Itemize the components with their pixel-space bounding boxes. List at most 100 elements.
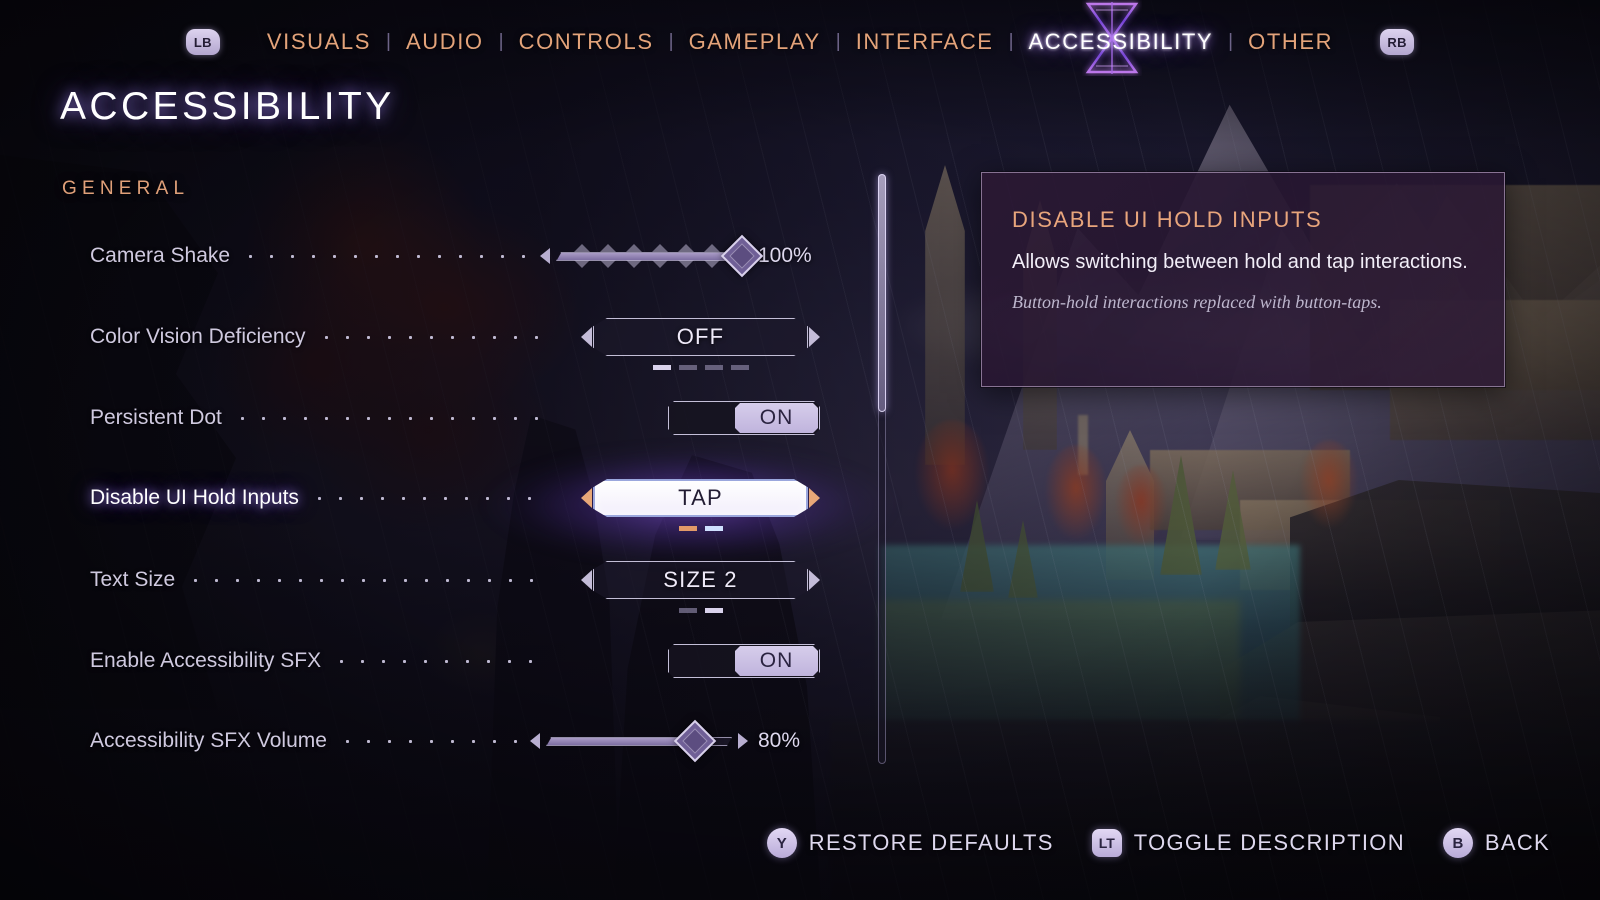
slider-track-area[interactable] — [546, 719, 732, 763]
setting-row-persistent-dot[interactable]: Persistent Dot ON — [90, 396, 820, 440]
toggle-value: ON — [759, 649, 794, 672]
settings-tab-bar[interactable]: LB VISUALS | AUDIO | CONTROLS | GAMEPLAY… — [0, 22, 1600, 62]
settings-scrollbar[interactable] — [878, 174, 886, 764]
slider-decrease-arrow-icon[interactable] — [540, 248, 550, 264]
description-body: Allows switching between hold and tap in… — [1012, 251, 1468, 273]
prompt-back[interactable]: B BACK — [1442, 828, 1550, 858]
option-indicator — [678, 608, 697, 613]
selector-control-color-vision-deficiency[interactable]: OFF — [554, 318, 820, 370]
settings-list: Camera Shake 100% Color Vision Deficienc… — [0, 0, 880, 900]
slider-track-area[interactable] — [556, 234, 764, 278]
setting-label: Disable UI Hold Inputs — [90, 486, 299, 509]
selector-value-box[interactable]: OFF — [593, 318, 808, 356]
dot-leader — [308, 487, 546, 509]
y-button-icon: Y — [766, 828, 797, 858]
toggle-control-enable-accessibility-sfx[interactable]: ON — [554, 644, 820, 678]
tab-other[interactable]: OTHER — [1235, 29, 1346, 55]
slider-decrease-arrow-icon[interactable] — [530, 733, 540, 749]
prompt-label: RESTORE DEFAULTS — [808, 830, 1054, 855]
setting-label: Accessibility SFX Volume — [90, 729, 327, 752]
toggle-control-persistent-dot[interactable]: ON — [554, 401, 820, 435]
dot-leader — [185, 569, 546, 591]
selector-option-indicators — [678, 608, 723, 613]
setting-label: Color Vision Deficiency — [90, 325, 306, 348]
setting-label: Persistent Dot — [90, 406, 222, 429]
dot-leader — [231, 407, 546, 429]
toggle-knob: ON — [735, 403, 818, 433]
slider-handle[interactable] — [720, 234, 764, 278]
slider-handle[interactable] — [673, 719, 717, 763]
page-title: ACCESSIBILITY — [60, 85, 395, 128]
option-indicator — [730, 365, 749, 370]
tab-controls[interactable]: CONTROLS — [506, 29, 667, 55]
setting-row-disable-ui-hold-inputs[interactable]: Disable UI Hold Inputs TAP — [90, 476, 820, 531]
option-indicator — [678, 365, 697, 370]
slider-value: 80% — [758, 729, 801, 752]
selector-widget[interactable]: TAP — [581, 479, 820, 531]
dot-leader — [240, 245, 532, 267]
selector-previous-arrow-icon[interactable] — [581, 488, 592, 508]
description-title: DISABLE UI HOLD INPUTS — [1012, 207, 1323, 232]
selector-widget[interactable]: SIZE 2 — [581, 561, 820, 613]
tab-gameplay[interactable]: GAMEPLAY — [676, 29, 834, 55]
selector-value-box[interactable]: TAP — [593, 479, 808, 517]
dot-leader — [331, 650, 546, 672]
rb-bumper-badge: RB — [1380, 29, 1415, 55]
option-indicator — [704, 365, 723, 370]
selector-next-arrow-icon[interactable] — [809, 327, 820, 347]
selector-previous-arrow-icon[interactable] — [581, 327, 592, 347]
toggle-switch[interactable]: ON — [668, 401, 820, 435]
setting-row-text-size[interactable]: Text Size SIZE 2 — [90, 558, 820, 613]
tab-separator: | — [386, 31, 391, 52]
setting-row-accessibility-sfx-volume[interactable]: Accessibility SFX Volume 80% — [90, 719, 820, 763]
toggle-switch[interactable]: ON — [668, 644, 820, 678]
selector-option-indicators — [678, 526, 723, 531]
tab-separator: | — [498, 31, 504, 52]
slider-fill — [557, 253, 741, 260]
toggle-knob: ON — [735, 646, 818, 676]
tab-audio[interactable]: AUDIO — [393, 29, 497, 55]
scrollbar-thumb[interactable] — [878, 174, 886, 412]
section-header-general: GENERAL — [62, 178, 190, 199]
prompt-restore-defaults[interactable]: Y RESTORE DEFAULTS — [766, 828, 1054, 858]
b-button-icon: B — [1442, 828, 1473, 858]
option-indicator — [652, 365, 671, 370]
description-note: Button-hold interactions replaced with b… — [1012, 292, 1382, 313]
selector-value: OFF — [676, 324, 725, 349]
prompt-toggle-description[interactable]: LT TOGGLE DESCRIPTION — [1091, 829, 1405, 857]
slider-control-camera-shake[interactable]: 100% — [540, 234, 820, 278]
setting-row-camera-shake[interactable]: Camera Shake 100% — [90, 234, 820, 278]
selector-option-indicators — [652, 365, 749, 370]
option-indicator — [678, 526, 697, 531]
tab-separator: | — [835, 31, 841, 52]
description-panel: DISABLE UI HOLD INPUTS Allows switching … — [981, 172, 1505, 387]
tab-separator: | — [1228, 31, 1234, 52]
selector-value-box[interactable]: SIZE 2 — [593, 561, 808, 599]
slider-control-accessibility-sfx-volume[interactable]: 80% — [530, 719, 820, 763]
selector-value: TAP — [678, 485, 723, 510]
prompt-label: BACK — [1484, 830, 1550, 855]
selector-next-arrow-icon[interactable] — [809, 570, 820, 590]
tab-interface[interactable]: INTERFACE — [843, 29, 1007, 55]
slider-fill — [547, 738, 694, 745]
selector-widget[interactable]: OFF — [581, 318, 820, 370]
prompt-label: TOGGLE DESCRIPTION — [1133, 830, 1405, 855]
tab-visuals[interactable]: VISUALS — [254, 29, 384, 55]
selector-previous-arrow-icon[interactable] — [581, 570, 592, 590]
setting-label: Camera Shake — [90, 244, 231, 267]
slider-value: 100% — [758, 244, 812, 267]
setting-row-enable-accessibility-sfx[interactable]: Enable Accessibility SFX ON — [90, 639, 820, 683]
slider-increase-arrow-icon[interactable] — [738, 733, 748, 749]
selector-next-arrow-icon[interactable] — [809, 488, 820, 508]
setting-label: Text Size — [90, 568, 176, 591]
tab-separator: | — [1008, 31, 1014, 52]
toggle-value: ON — [759, 406, 794, 429]
setting-row-color-vision-deficiency[interactable]: Color Vision Deficiency OFF — [90, 315, 820, 370]
dot-leader — [315, 326, 546, 348]
selector-control-text-size[interactable]: SIZE 2 — [554, 561, 820, 613]
selector-control-disable-ui-hold-inputs[interactable]: TAP — [554, 479, 820, 531]
tab-accessibility[interactable]: ACCESSIBILITY — [1016, 29, 1227, 55]
selector-value: SIZE 2 — [663, 567, 738, 592]
lt-trigger-icon: LT — [1091, 829, 1122, 857]
setting-label: Enable Accessibility SFX — [90, 649, 322, 672]
